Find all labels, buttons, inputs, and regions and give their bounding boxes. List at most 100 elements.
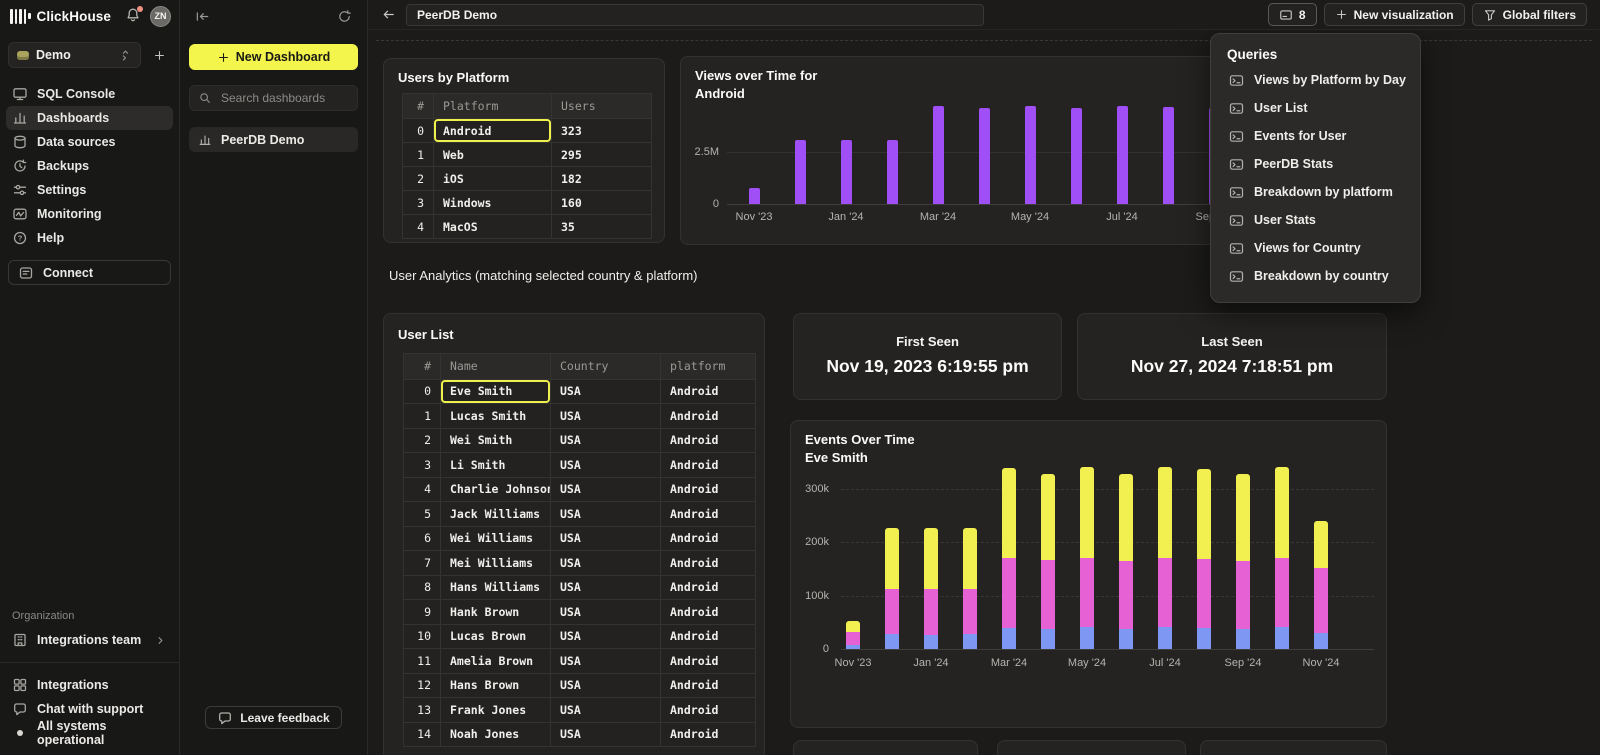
chart-bar[interactable] [1163,107,1174,204]
stacked-bar-segment-purchases[interactable] [1158,627,1172,649]
chart-bar[interactable] [1071,108,1082,204]
workspace-selector[interactable]: Demo [8,42,141,68]
stacked-bar-segment-clicks[interactable] [924,528,938,589]
stacked-bar-segment-purchases[interactable] [885,634,899,649]
stacked-bar-segment-views[interactable] [1041,560,1055,628]
stacked-bar-segment-clicks[interactable] [963,528,977,589]
collapse-panel-icon[interactable] [195,9,210,24]
stacked-bar-segment-clicks[interactable] [1041,474,1055,561]
query-item-views-by-platform-by-day[interactable]: Views by Platform by Day [1211,66,1420,94]
stacked-bar-segment-views[interactable] [885,589,899,634]
query-item-user-list[interactable]: User List [1211,94,1420,122]
stacked-bar-segment-views[interactable] [846,632,860,645]
table-row[interactable]: 7Mei WilliamsUSAAndroid [404,550,755,575]
dashboard-title-input[interactable] [406,4,984,26]
sidebar-item-monitoring[interactable]: Monitoring [6,202,173,226]
query-item-breakdown-by-country[interactable]: Breakdown by country [1211,262,1420,290]
sidebar-item-settings[interactable]: Settings [6,178,173,202]
global-filters-button[interactable]: Global filters [1472,3,1587,26]
dashboard-list-item[interactable]: PeerDB Demo [189,127,358,152]
sidebar-item-integrations[interactable]: Integrations [6,673,173,697]
stacked-bar-segment-purchases[interactable] [1236,629,1250,649]
stacked-bar-segment-views[interactable] [1314,568,1328,633]
stacked-bar-segment-views[interactable] [1275,558,1289,627]
sidebar-item-sql-console[interactable]: SQL Console [6,82,173,106]
sidebar-item-help[interactable]: ?Help [6,226,173,250]
avatar[interactable]: ZN [150,6,171,27]
stacked-bar-segment-purchases[interactable] [1197,628,1211,649]
sidebar-item-backups[interactable]: Backups [6,154,173,178]
sidebar-item-chat-with-support[interactable]: Chat with support [6,697,173,721]
stacked-bar-segment-purchases[interactable] [1041,629,1055,649]
stacked-bar-segment-clicks[interactable] [846,621,860,632]
stacked-bar-segment-clicks[interactable] [1080,467,1094,558]
table-row[interactable]: 1Lucas SmithUSAAndroid [404,403,755,428]
table-row[interactable]: 10Lucas BrownUSAAndroid [404,624,755,649]
new-visualization-button[interactable]: New visualization [1324,3,1465,26]
table-row[interactable]: 3Windows160 [403,190,651,214]
chart-bar[interactable] [933,106,944,204]
stacked-bar-segment-purchases[interactable] [963,634,977,649]
table-row[interactable]: 12Hans BrownUSAAndroid [404,673,755,698]
query-item-views-for-country[interactable]: Views for Country [1211,234,1420,262]
table-row[interactable]: 5Jack WilliamsUSAAndroid [404,501,755,526]
table-row[interactable]: 14Noah JonesUSAAndroid [404,722,755,747]
add-workspace-button[interactable] [147,43,171,67]
chart-bar[interactable] [979,108,990,204]
stacked-bar-segment-clicks[interactable] [1002,468,1016,558]
new-dashboard-button[interactable]: New Dashboard [189,44,358,70]
stacked-bar-segment-purchases[interactable] [1002,628,1016,649]
table-row[interactable]: 1Web295 [403,142,651,166]
stacked-bar-segment-purchases[interactable] [846,645,860,649]
stacked-bar-segment-clicks[interactable] [1119,474,1133,561]
stacked-bar-segment-purchases[interactable] [924,635,938,649]
table-row[interactable]: 3Li SmithUSAAndroid [404,452,755,477]
table-row[interactable]: 11Amelia BrownUSAAndroid [404,648,755,673]
stacked-bar-segment-views[interactable] [1002,558,1016,629]
chart-bar[interactable] [749,188,760,204]
sidebar-item-dashboards[interactable]: Dashboards [6,106,173,130]
sidebar-item-all-systems-operational[interactable]: All systems operational [6,721,173,745]
sidebar-item-integrations-team[interactable]: Integrations team [6,628,173,652]
stacked-bar-segment-purchases[interactable] [1119,629,1133,649]
table-row[interactable]: 13Frank JonesUSAAndroid [404,697,755,722]
stacked-bar-segment-clicks[interactable] [885,528,899,589]
chart-bar[interactable] [841,140,852,204]
chart-bar[interactable] [795,140,806,204]
leave-feedback-button[interactable]: Leave feedback [205,706,341,729]
notifications-bell-icon[interactable] [125,7,143,25]
stacked-bar-segment-views[interactable] [1158,558,1172,627]
stacked-bar-segment-clicks[interactable] [1275,467,1289,558]
stacked-bar-segment-views[interactable] [924,589,938,635]
stacked-bar-segment-views[interactable] [963,589,977,634]
chart-bar[interactable] [887,140,898,204]
query-item-user-stats[interactable]: User Stats [1211,206,1420,234]
sidebar-item-data-sources[interactable]: Data sources [6,130,173,154]
visualization-count-button[interactable]: 8 [1268,3,1317,26]
table-row[interactable]: 8Hans WilliamsUSAAndroid [404,575,755,600]
query-item-events-for-user[interactable]: Events for User [1211,122,1420,150]
back-button[interactable] [376,3,400,27]
stacked-bar-segment-clicks[interactable] [1197,469,1211,559]
stacked-bar-segment-purchases[interactable] [1314,633,1328,649]
chart-bar[interactable] [1117,106,1128,204]
stacked-bar-segment-views[interactable] [1236,561,1250,629]
search-input[interactable] [219,90,349,106]
query-item-peerdb-stats[interactable]: PeerDB Stats [1211,150,1420,178]
table-row[interactable]: 2iOS182 [403,166,651,190]
refresh-icon[interactable] [337,9,352,24]
table-row[interactable]: 4Charlie JohnsonUSAAndroid [404,477,755,502]
connect-button[interactable]: Connect [8,260,171,285]
table-row[interactable]: 4MacOS35 [403,214,651,238]
stacked-bar-segment-purchases[interactable] [1080,627,1094,649]
stacked-bar-segment-clicks[interactable] [1314,521,1328,569]
query-item-breakdown-by-platform[interactable]: Breakdown by platform [1211,178,1420,206]
table-row[interactable]: 6Wei WilliamsUSAAndroid [404,526,755,551]
table-row[interactable]: 9Hank BrownUSAAndroid [404,599,755,624]
chart-bar[interactable] [1025,106,1036,204]
stacked-bar-segment-purchases[interactable] [1275,627,1289,649]
table-row[interactable]: 2Wei SmithUSAAndroid [404,428,755,453]
stacked-bar-segment-views[interactable] [1080,558,1094,627]
stacked-bar-segment-clicks[interactable] [1158,467,1172,558]
table-row[interactable]: 0Android323 [403,118,651,142]
